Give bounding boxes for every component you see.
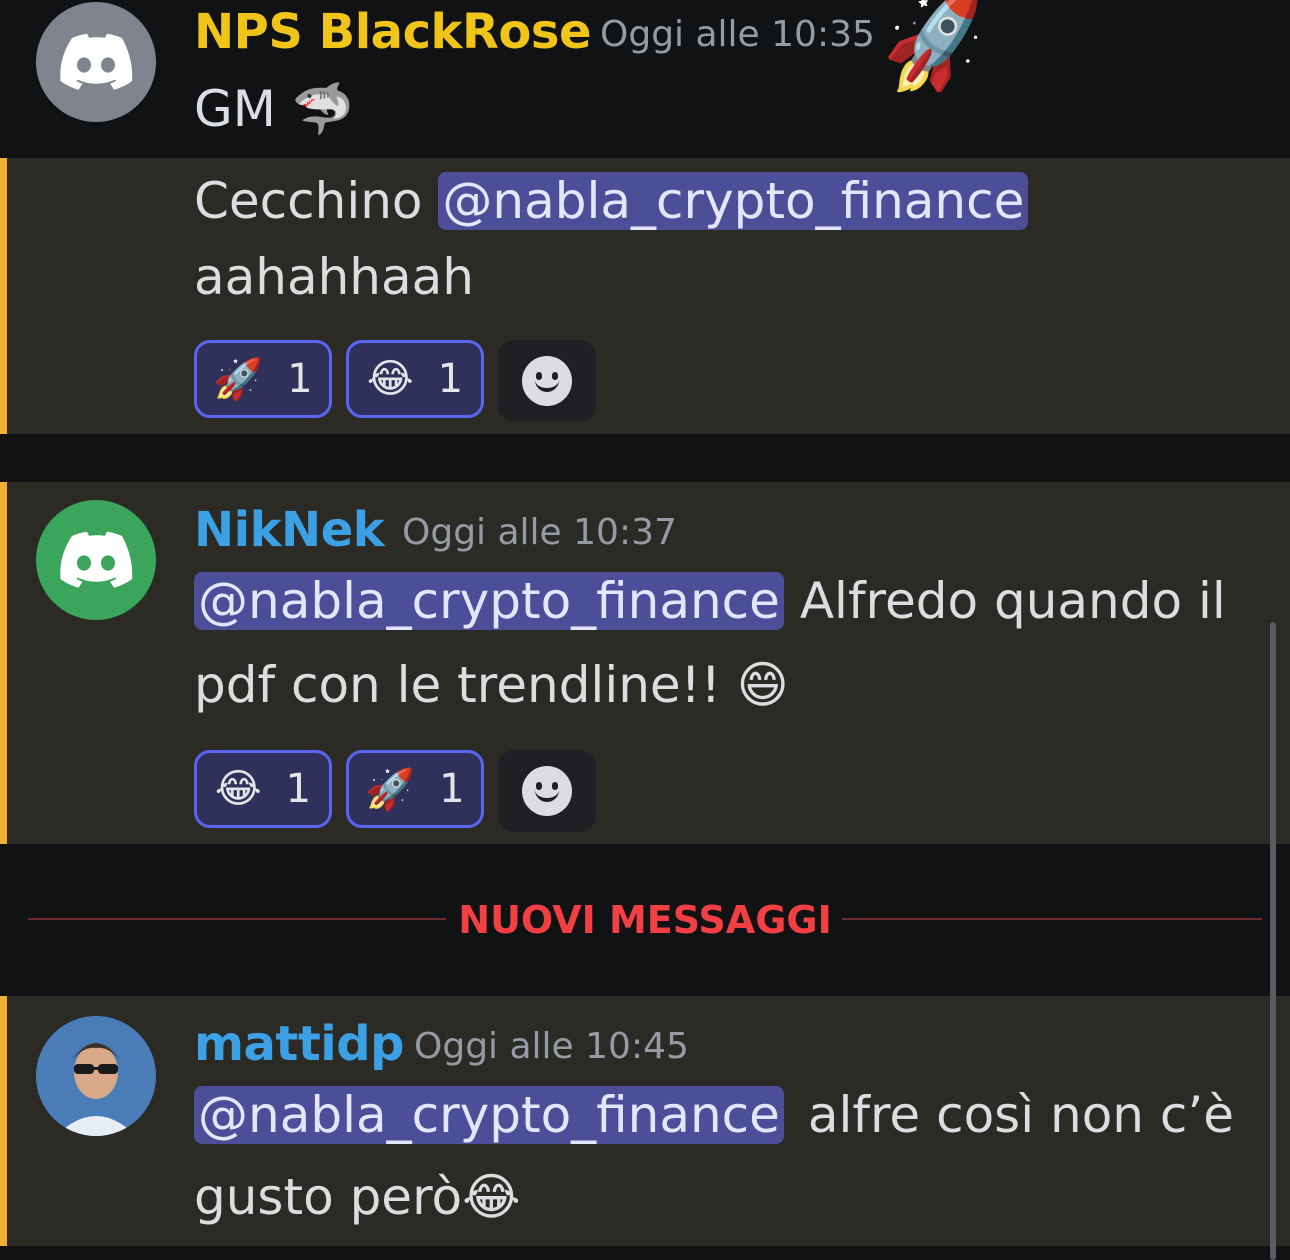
rocket-decoration-icon: 🚀 bbox=[871, 0, 1001, 104]
message-text: Alfredo quando il bbox=[799, 572, 1226, 630]
username[interactable]: NikNek bbox=[194, 502, 385, 558]
reaction-count: 1 bbox=[437, 356, 464, 402]
new-messages-label: NUOVI MESSAGGI bbox=[458, 898, 832, 942]
message-text: Cecchino bbox=[194, 172, 423, 230]
username[interactable]: mattidp bbox=[194, 1016, 404, 1072]
joy-icon: 😂 bbox=[214, 766, 262, 812]
timestamp: Oggi alle 10:45 bbox=[414, 1026, 689, 1067]
smiley-icon bbox=[522, 766, 572, 816]
rocket-icon: 🚀 bbox=[365, 766, 416, 813]
message-line-2: aahahhaah bbox=[194, 248, 474, 306]
reaction-count: 1 bbox=[287, 356, 313, 402]
message-nps-blackrose: NPS BlackRose Oggi alle 10:35 🚀 GM 🦈 bbox=[0, 0, 1290, 158]
message-mattidp: mattidp Oggi alle 10:45 @nabla_crypto_fi… bbox=[0, 996, 1290, 1246]
reactions-bar: 🚀 1 😂 1 bbox=[194, 340, 596, 422]
timestamp: Oggi alle 10:37 bbox=[402, 512, 677, 553]
message-continuation: Cecchino @nabla_crypto_finance aahahhaah… bbox=[0, 158, 1290, 434]
username[interactable]: NPS BlackRose bbox=[194, 4, 592, 60]
user-mention[interactable]: @nabla_crypto_finance bbox=[194, 572, 784, 630]
message-text: GM 🦈 bbox=[194, 80, 355, 138]
add-reaction-button[interactable] bbox=[498, 750, 596, 832]
reaction-count: 1 bbox=[285, 766, 312, 812]
reactions-bar: 😂 1 🚀 1 bbox=[194, 750, 596, 832]
user-mention[interactable]: @nabla_crypto_finance bbox=[438, 172, 1029, 230]
joy-icon: 😂 bbox=[366, 356, 414, 402]
message-line-1: @nabla_crypto_finance alfre così non c’è bbox=[194, 1086, 1235, 1144]
message-line-1: @nabla_crypto_finance Alfredo quando il bbox=[194, 572, 1226, 630]
reaction-rocket[interactable]: 🚀 1 bbox=[346, 750, 484, 828]
message-line-1: Cecchino @nabla_crypto_finance bbox=[194, 172, 1029, 230]
reaction-count: 1 bbox=[439, 766, 465, 812]
reaction-joy[interactable]: 😂 1 bbox=[194, 750, 332, 828]
message-line-2: pdf con le trendline!! 😄 bbox=[194, 656, 789, 714]
smiley-icon bbox=[522, 356, 572, 406]
scrollbar[interactable] bbox=[1270, 622, 1276, 1260]
message-text: alfre così non c’è bbox=[807, 1086, 1235, 1144]
rocket-icon: 🚀 bbox=[213, 356, 264, 403]
discord-logo-icon bbox=[60, 33, 133, 90]
reaction-joy[interactable]: 😂 1 bbox=[346, 340, 484, 418]
user-mention[interactable]: @nabla_crypto_finance bbox=[194, 1086, 784, 1144]
avatar[interactable] bbox=[36, 1016, 156, 1136]
discord-logo-icon bbox=[60, 531, 133, 588]
reaction-rocket[interactable]: 🚀 1 bbox=[194, 340, 332, 418]
message-niknek: NikNek Oggi alle 10:37 @nabla_crypto_fin… bbox=[0, 482, 1290, 844]
avatar[interactable] bbox=[36, 500, 156, 620]
user-photo-icon bbox=[36, 1016, 156, 1136]
avatar[interactable] bbox=[36, 2, 156, 122]
add-reaction-button[interactable] bbox=[498, 340, 596, 422]
timestamp: Oggi alle 10:35 bbox=[600, 14, 875, 55]
message-line-2: gusto però😂 bbox=[194, 1168, 521, 1226]
